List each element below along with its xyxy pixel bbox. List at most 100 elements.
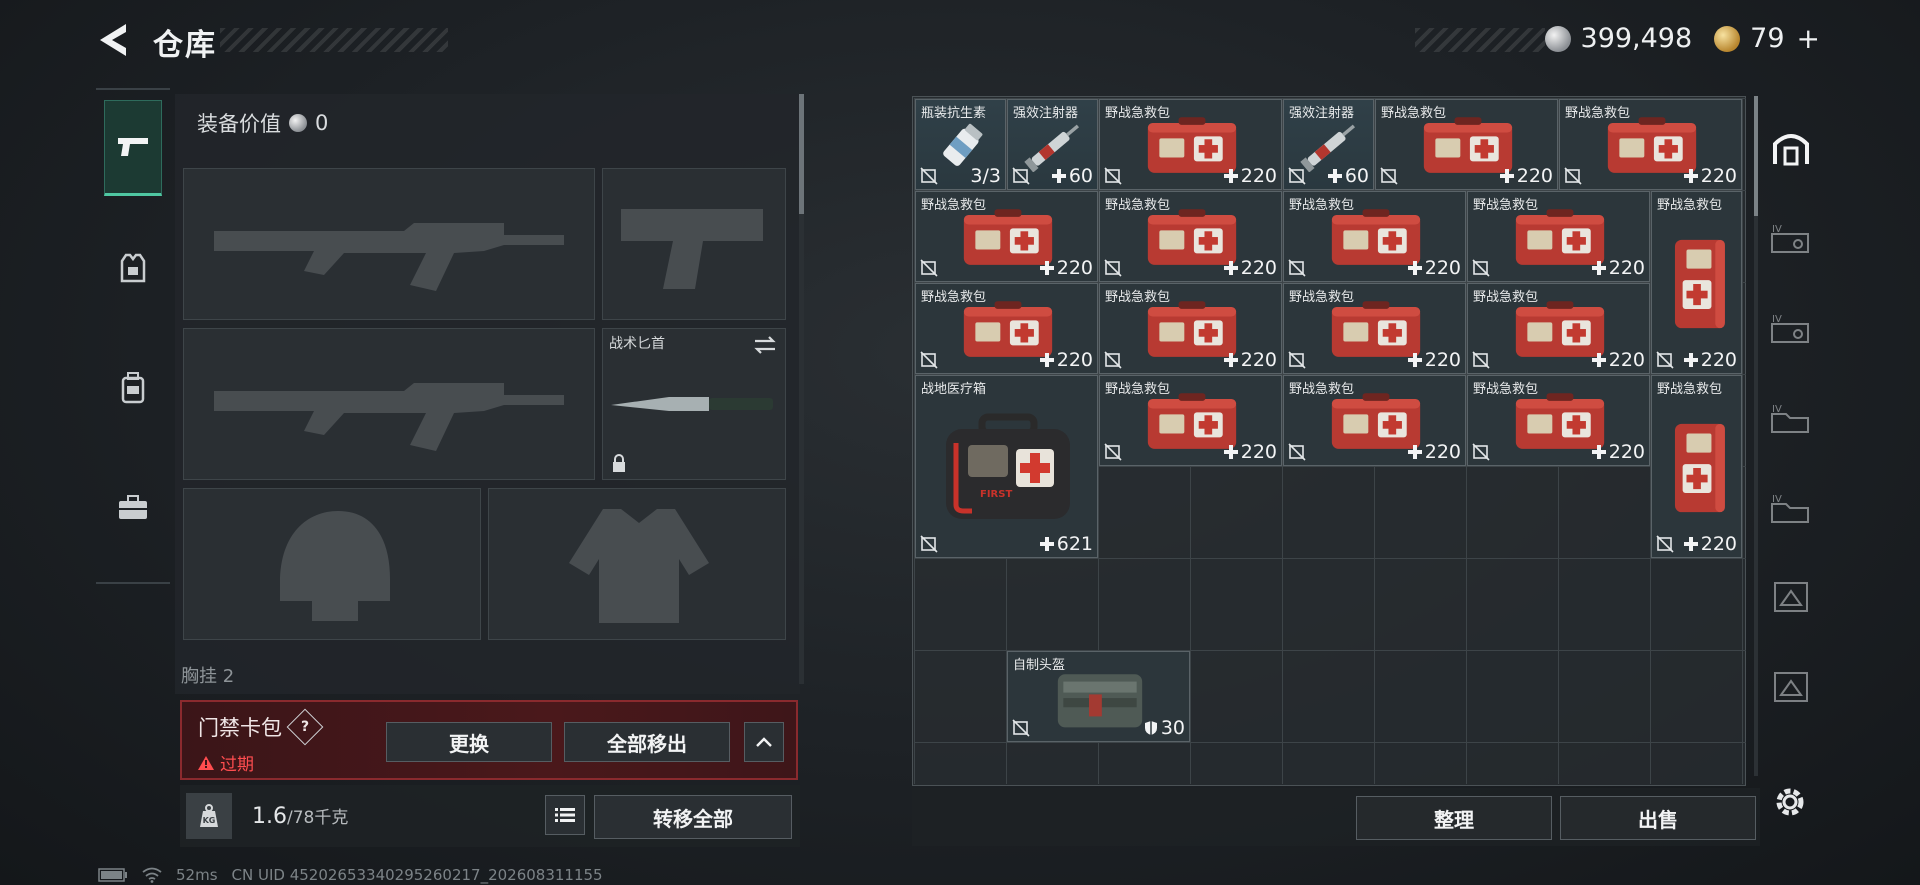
list-view-button[interactable] [545,795,585,835]
armor-slot[interactable] [488,488,786,640]
warning-icon [198,755,214,770]
item-name: 野战急救包 [1289,290,1355,305]
item-count-value: 220 [1240,257,1277,279]
health-plus-icon [1039,353,1054,367]
category-all[interactable] [1766,116,1816,178]
stash-item[interactable]: 野战急救包 220 [1467,191,1650,282]
item-count-value: 220 [1056,257,1093,279]
item-count-value: 220 [1516,165,1553,187]
settings-button[interactable] [1770,782,1810,822]
swap-icon[interactable] [753,335,777,355]
stash-item[interactable]: 强效注射器 60 [1283,99,1374,190]
stash-scrollbar[interactable] [1754,96,1758,776]
pistol-silhouette-icon [621,209,763,289]
stash-item[interactable]: 野战急救包 220 [915,283,1098,374]
item-count: 220 [1223,165,1277,187]
tab-backpack[interactable] [104,340,162,436]
helmet-icon [1057,674,1142,728]
item-count: 220 [1683,533,1737,555]
item-count: 220 [1591,349,1645,371]
item-name: 野战急救包 [921,198,987,213]
transfer-all-button[interactable]: 转移全部 [594,795,792,839]
category-containers-1[interactable] [1766,566,1816,628]
chest-rig-label: 胸挂 2 [181,666,235,687]
category-folders-2[interactable]: IV [1766,476,1816,538]
collapse-button[interactable] [744,722,784,762]
list-icon [555,808,575,822]
item-count: 220 [1407,349,1461,371]
back-button[interactable] [96,20,132,60]
add-gold-button[interactable]: + [1797,22,1820,55]
health-plus-icon [1223,445,1238,459]
stash-item[interactable]: 野战急救包 220 [1559,99,1742,190]
category-containers-2[interactable] [1766,656,1816,718]
category-keys-1[interactable]: IV [1766,206,1816,268]
stash-item[interactable]: 野战急救包 220 [1099,99,1282,190]
helmet-silhouette-icon [280,511,390,621]
top-bar: 仓库 399,498 79 + [0,0,1920,80]
stash-item[interactable]: 野战急救包 220 [1099,283,1282,374]
help-icon[interactable]: ? [286,708,324,746]
stash-item[interactable]: 野战急救包 220 [1099,191,1282,282]
item-name: 强效注射器 [1013,106,1079,121]
tab-armor[interactable] [104,220,162,316]
stash-item[interactable]: FIRST 战地医疗箱 621 [915,375,1098,558]
item-count: 60 [1327,165,1369,187]
stash-item[interactable]: 野战急救包 220 [1651,191,1742,374]
category-keys-2[interactable]: IV [1766,296,1816,358]
stash-item[interactable]: 野战急救包 220 [915,191,1098,282]
stash-item[interactable]: 强效注射器 60 [1007,99,1098,190]
item-name: 野战急救包 [1381,106,1447,121]
sidearm-slot[interactable] [602,168,786,320]
knife-icon [611,397,773,411]
weight-icon-box: KG [186,793,232,839]
health-plus-icon [1407,261,1422,275]
keycard-title: 门禁卡包 ? [198,708,324,746]
health-plus-icon [1407,353,1422,367]
replace-button[interactable]: 更换 [386,722,552,762]
stash-item[interactable]: 野战急救包 220 [1375,99,1558,190]
armor-silhouette-icon [569,509,709,623]
unmarked-icon [1472,351,1490,369]
sell-button[interactable]: 出售 [1560,796,1756,840]
sort-button[interactable]: 整理 [1356,796,1552,840]
primary-weapon-slot[interactable] [183,168,595,320]
stash-item[interactable]: 野战急救包 220 [1467,375,1650,466]
stash-item[interactable]: 瓶装抗生素 3/3 [915,99,1006,190]
tab-case[interactable] [104,460,162,556]
expired-status: 过期 [198,750,254,775]
stash-category-strip: IV IV IV IV [1760,96,1822,786]
move-all-out-button[interactable]: 全部移出 [564,722,730,762]
equipment-value-label: 装备价值 [197,112,281,136]
item-count: 220 [1407,441,1461,463]
item-count: 220 [1591,257,1645,279]
equipment-scrollbar[interactable] [799,94,804,684]
stash-item[interactable]: 野战急救包 220 [1467,283,1650,374]
stash-item[interactable]: 野战急救包 220 [1099,375,1282,466]
tab-weapons[interactable] [104,100,162,196]
stash-grid[interactable]: 瓶装抗生素 3/3 强效注射器 60 野战急救包 220 强效注射器 60 野战… [914,98,1746,784]
item-name: 野战急救包 [1473,290,1539,305]
item-count-value: 220 [1424,349,1461,371]
item-name: 野战急救包 [921,290,987,305]
stash-item[interactable]: 野战急救包 220 [1651,375,1742,558]
category-folders-1[interactable]: IV [1766,386,1816,448]
helmet-slot[interactable] [183,488,481,640]
health-plus-icon [1591,353,1606,367]
stash-item[interactable]: 野战急救包 220 [1283,283,1466,374]
stash-item[interactable]: 自制头盔 30 [1007,651,1190,742]
stash-item[interactable]: 野战急救包 220 [1283,191,1466,282]
equipment-panel: 装备价值 0 战术匕首 胸挂 2 [175,94,804,694]
knife-slot[interactable]: 战术匕首 [602,328,786,480]
health-plus-icon [1591,261,1606,275]
rifle-silhouette-icon [214,383,564,451]
equipment-value: 装备价值 0 [197,108,328,138]
key-card-icon: IV [1771,224,1809,253]
currency-display: 399,498 79 + [1544,22,1820,55]
silver-coin-icon [1544,25,1571,52]
battery-icon [98,868,127,882]
stash-item[interactable]: 野战急救包 220 [1283,375,1466,466]
unmarked-icon [1104,351,1122,369]
item-count-value: 220 [1608,441,1645,463]
secondary-weapon-slot[interactable] [183,328,595,480]
